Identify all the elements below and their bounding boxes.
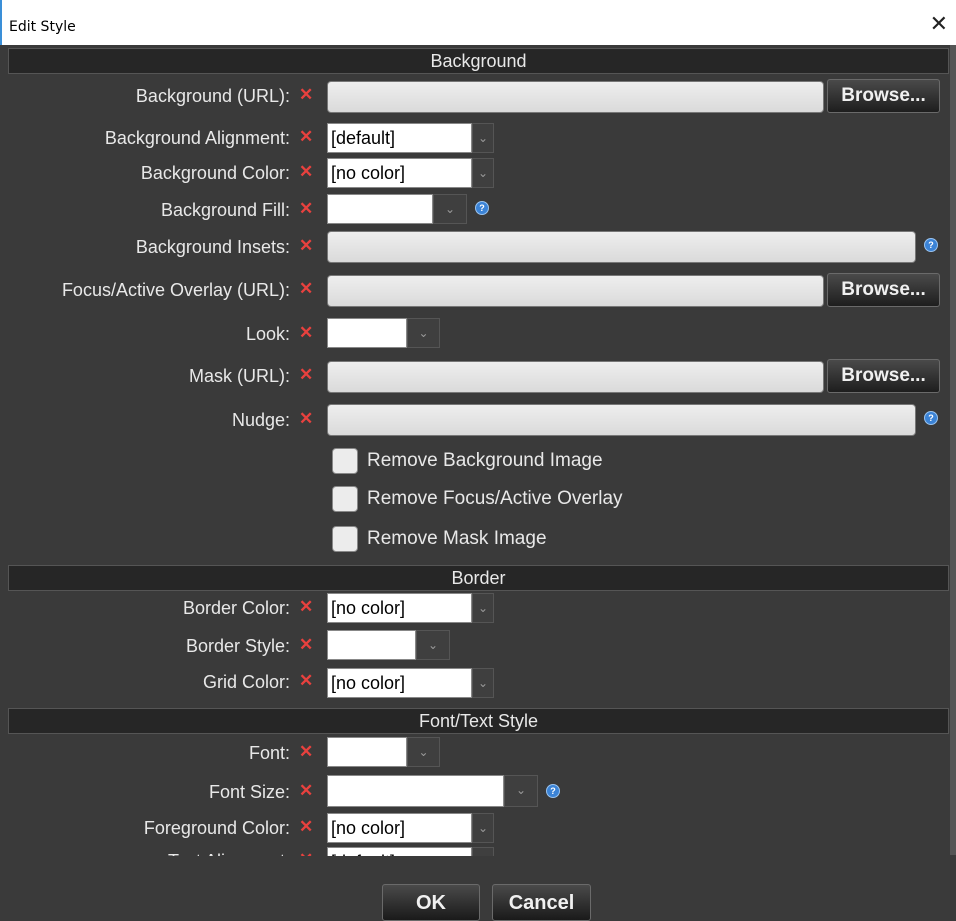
clear-background-insets-icon[interactable]: ✕ [299, 236, 313, 256]
chevron-down-icon[interactable]: ⌄ [433, 194, 467, 224]
scrollbar[interactable] [950, 45, 956, 855]
browse-mask-button[interactable]: Browse... [827, 359, 940, 393]
font-label: Font: [248, 743, 290, 763]
chevron-down-icon[interactable]: ⌄ [504, 775, 538, 807]
font-value [327, 737, 407, 767]
clear-background-color-icon[interactable]: ✕ [299, 162, 313, 182]
help-icon[interactable]: ? [475, 201, 489, 215]
clear-background-url-icon[interactable]: ✕ [299, 85, 313, 105]
font-select[interactable]: ⌄ [327, 737, 440, 767]
chevron-down-icon[interactable]: ⌄ [407, 737, 440, 767]
clear-font-icon[interactable]: ✕ [299, 742, 313, 762]
browse-background-button[interactable]: Browse... [827, 79, 940, 113]
clear-foreground-color-icon[interactable]: ✕ [299, 817, 313, 837]
background-fill-label: Background Fill: [160, 200, 290, 220]
grid-color-value: [no color] [327, 668, 472, 698]
foreground-color-select[interactable]: [no color] ⌄ [327, 813, 494, 843]
section-header-font: Font/Text Style [8, 708, 949, 734]
background-alignment-select[interactable]: [default] ⌄ [327, 123, 494, 153]
help-icon[interactable]: ? [924, 411, 938, 425]
look-label: Look: [245, 324, 290, 344]
clear-mask-url-icon[interactable]: ✕ [299, 365, 313, 385]
window-title: Edit Style [9, 19, 76, 35]
clear-nudge-icon[interactable]: ✕ [299, 409, 313, 429]
background-alignment-label: Background Alignment: [104, 128, 290, 148]
border-style-value [327, 630, 416, 660]
clear-background-fill-icon[interactable]: ✕ [299, 199, 313, 219]
chevron-down-icon[interactable]: ⌄ [472, 593, 494, 623]
remove-mask-label: Remove Mask Image [367, 528, 547, 549]
font-size-label: Font Size: [208, 782, 290, 802]
remove-background-checkbox[interactable] [332, 448, 358, 474]
foreground-color-label: Foreground Color: [143, 818, 290, 838]
nudge-label: Nudge: [231, 410, 290, 430]
font-size-select[interactable]: ⌄ [327, 775, 538, 807]
background-alignment-value: [default] [327, 123, 472, 153]
chevron-down-icon[interactable]: ⌄ [472, 123, 494, 153]
background-url-label: Background (URL): [135, 86, 290, 106]
section-header-border: Border [8, 565, 949, 591]
grid-color-label: Grid Color: [202, 672, 290, 692]
background-url-input[interactable] [327, 81, 824, 113]
remove-overlay-checkbox[interactable] [332, 486, 358, 512]
help-icon[interactable]: ? [546, 784, 560, 798]
chevron-down-icon[interactable]: ⌄ [472, 813, 494, 843]
remove-overlay-label: Remove Focus/Active Overlay [367, 488, 623, 509]
clear-background-alignment-icon[interactable]: ✕ [299, 127, 313, 147]
close-icon[interactable]: ✕ [930, 12, 948, 37]
cancel-button[interactable]: Cancel [492, 884, 591, 921]
ok-button[interactable]: OK [382, 884, 480, 921]
look-value [327, 318, 407, 348]
section-header-background: Background [8, 48, 949, 74]
chevron-down-icon[interactable]: ⌄ [407, 318, 440, 348]
clear-overlay-url-icon[interactable]: ✕ [299, 279, 313, 299]
clear-border-style-icon[interactable]: ✕ [299, 635, 313, 655]
remove-mask-checkbox[interactable] [332, 526, 358, 552]
clear-font-size-icon[interactable]: ✕ [299, 781, 313, 801]
font-size-value [327, 775, 504, 807]
mask-url-input[interactable] [327, 361, 824, 393]
nudge-input[interactable] [327, 404, 916, 436]
chevron-down-icon[interactable]: ⌄ [416, 630, 450, 660]
help-icon[interactable]: ? [924, 238, 938, 252]
chevron-down-icon[interactable]: ⌄ [472, 158, 494, 188]
border-style-select[interactable]: ⌄ [327, 630, 450, 660]
background-color-value: [no color] [327, 158, 472, 188]
overlay-url-input[interactable] [327, 275, 824, 307]
chevron-down-icon[interactable]: ⌄ [472, 668, 494, 698]
title-bar: Edit Style ✕ [0, 0, 956, 45]
background-fill-value [327, 194, 433, 224]
background-color-label: Background Color: [140, 163, 290, 183]
browse-overlay-button[interactable]: Browse... [827, 273, 940, 307]
background-insets-input[interactable] [327, 231, 916, 263]
grid-color-select[interactable]: [no color] ⌄ [327, 668, 494, 698]
remove-background-label: Remove Background Image [367, 450, 603, 471]
foreground-color-value: [no color] [327, 813, 472, 843]
overlay-url-label: Focus/Active Overlay (URL): [61, 280, 290, 300]
background-fill-select[interactable]: ⌄ [327, 194, 467, 224]
look-select[interactable]: ⌄ [327, 318, 440, 348]
clear-border-color-icon[interactable]: ✕ [299, 597, 313, 617]
background-color-select[interactable]: [no color] ⌄ [327, 158, 494, 188]
mask-url-label: Mask (URL): [188, 366, 290, 386]
border-style-label: Border Style: [185, 636, 290, 656]
clear-look-icon[interactable]: ✕ [299, 323, 313, 343]
clear-grid-color-icon[interactable]: ✕ [299, 671, 313, 691]
border-color-label: Border Color: [182, 598, 290, 618]
background-insets-label: Background Insets: [135, 237, 290, 257]
border-color-select[interactable]: [no color] ⌄ [327, 593, 494, 623]
border-color-value: [no color] [327, 593, 472, 623]
